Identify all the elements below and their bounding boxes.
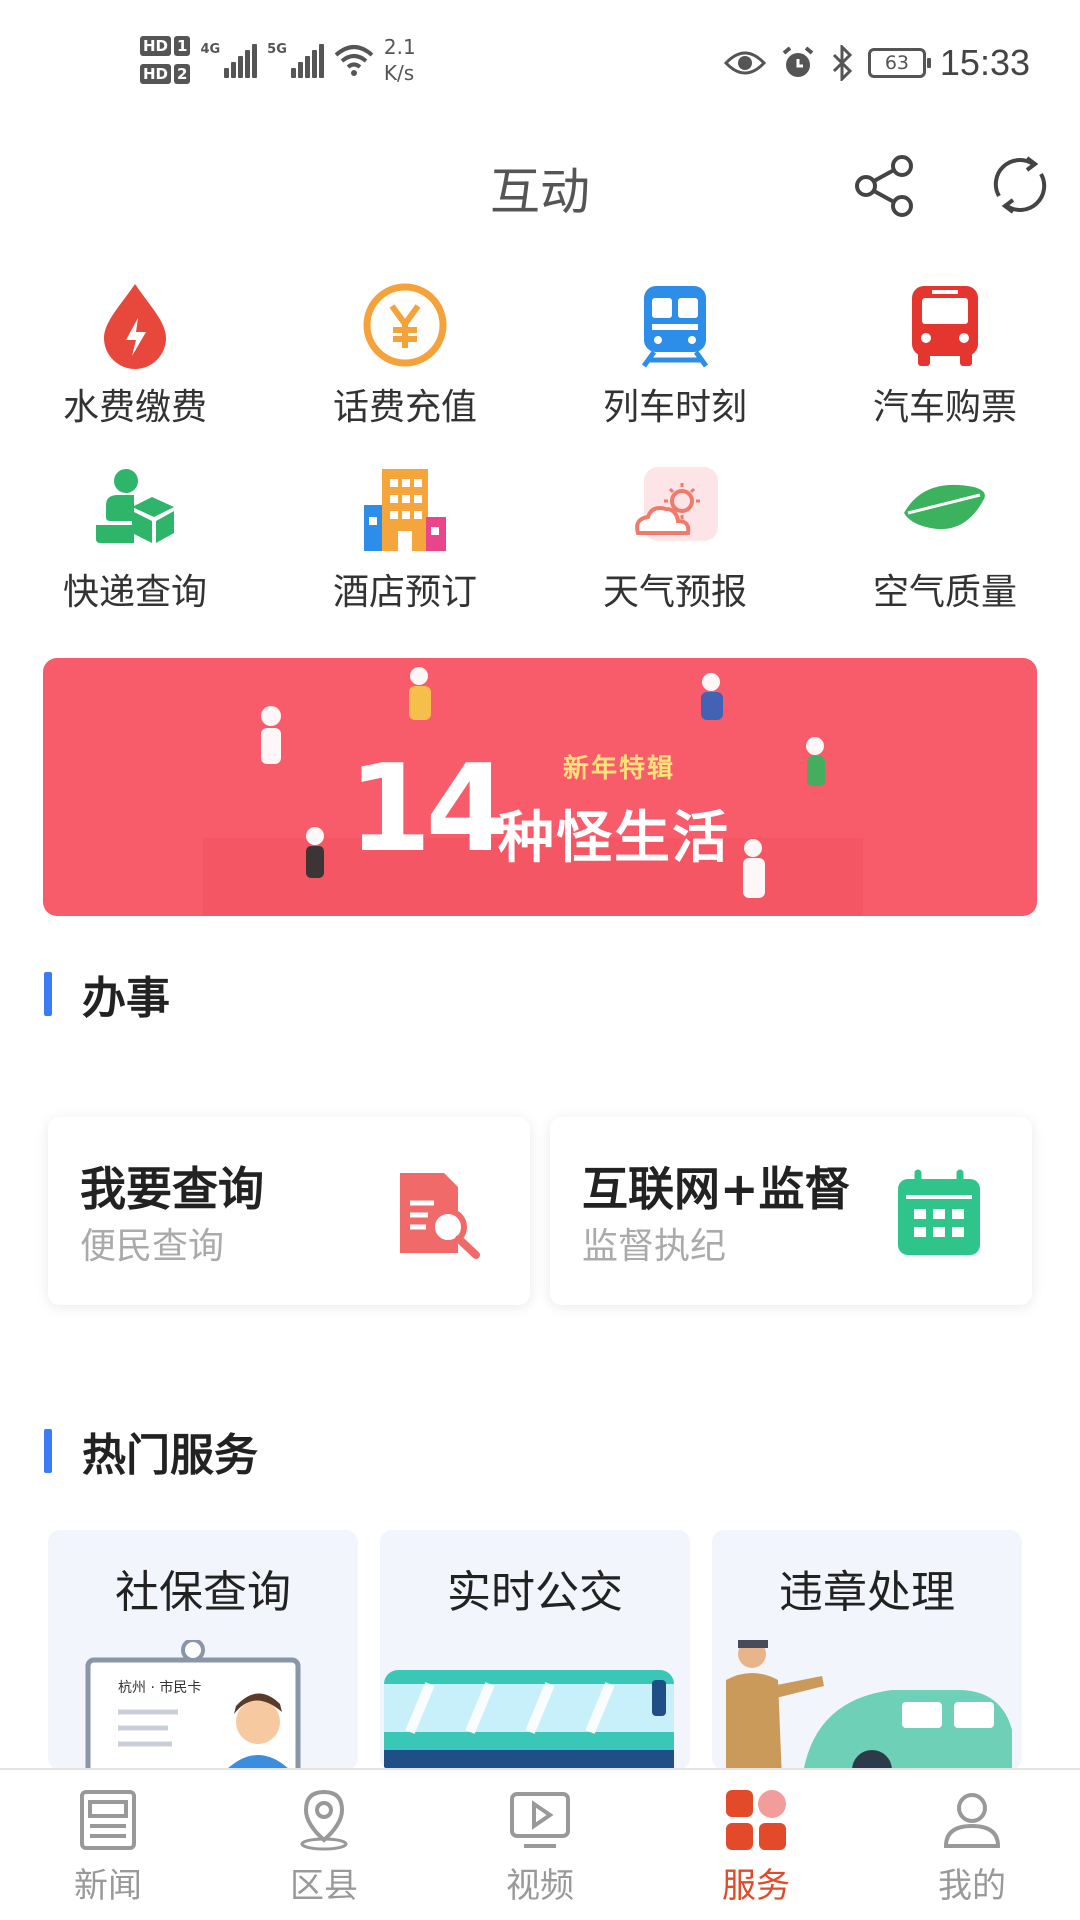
tab-label: 视频 bbox=[506, 1866, 574, 1906]
alarm-icon bbox=[782, 46, 814, 77]
refresh-button[interactable] bbox=[985, 150, 1055, 220]
utility-label: 话费充值 bbox=[332, 387, 477, 428]
train-icon bbox=[641, 286, 709, 368]
utility-label: 列车时刻 bbox=[602, 387, 747, 428]
network-speed-unit: K/s bbox=[383, 61, 415, 85]
hot-card-caption: 杭州 · 市民卡 bbox=[118, 1679, 201, 1696]
section-accent-bar bbox=[44, 1429, 52, 1473]
banner-tag: 新年特辑 bbox=[563, 754, 676, 784]
card-my-query[interactable]: 我要查询 便民查询 bbox=[48, 1117, 530, 1305]
utility-water-fee[interactable]: 水费缴费 bbox=[0, 270, 270, 440]
network-5g-label: 5G bbox=[267, 42, 287, 57]
hd-badge-1: HD bbox=[140, 36, 172, 56]
signal-5g-icon: 5G bbox=[267, 42, 324, 78]
sim-2-badge: 2 bbox=[174, 64, 191, 84]
status-left: HD 1 HD 2 4G 5G 2.1 K/s bbox=[140, 34, 416, 86]
header: 互动 bbox=[0, 130, 1080, 240]
section-hot-header: 热门服务 bbox=[44, 1426, 258, 1481]
traffic-police-illustration bbox=[726, 1640, 1012, 1770]
hot-realtime-bus[interactable]: 实时公交 bbox=[380, 1530, 690, 1770]
utility-weather-forecast[interactable]: 天气预报 bbox=[540, 455, 810, 625]
status-bar: HD 1 HD 2 4G 5G 2.1 K/s 63 15:33 bbox=[0, 0, 1080, 120]
sim-1-badge: 1 bbox=[174, 36, 191, 56]
clock: 15:33 bbox=[939, 42, 1030, 83]
document-search-icon bbox=[400, 1173, 480, 1259]
tab-news[interactable]: 新闻 bbox=[0, 1770, 216, 1920]
promo-banner[interactable]: 新年特辑 14 种怪生活 bbox=[43, 658, 1037, 916]
banner-number: 14 bbox=[348, 740, 509, 879]
hot-card-title: 实时公交 bbox=[447, 1567, 623, 1618]
banner-illustration bbox=[203, 667, 863, 916]
bus-illustration bbox=[384, 1670, 674, 1770]
utility-train-schedule[interactable]: 列车时刻 bbox=[540, 270, 810, 440]
battery-indicator: 63 bbox=[867, 48, 931, 78]
utility-air-quality[interactable]: 空气质量 bbox=[810, 455, 1080, 625]
section-accent-bar bbox=[44, 972, 52, 1016]
utility-label: 水费缴费 bbox=[62, 387, 207, 428]
section-title: 办事 bbox=[82, 973, 170, 1024]
share-button[interactable] bbox=[850, 150, 920, 220]
section-title: 热门服务 bbox=[82, 1430, 258, 1481]
hot-card-title: 违章处理 bbox=[779, 1567, 955, 1618]
courier-icon bbox=[96, 469, 174, 543]
card-internet-supervision[interactable]: 互联网+监督 监督执纪 bbox=[550, 1117, 1032, 1305]
tab-label: 新闻 bbox=[74, 1866, 142, 1906]
banner-title: 种怪生活 bbox=[498, 806, 730, 871]
social-security-card-illustration: 杭州 · 市民卡 bbox=[85, 1640, 301, 1770]
weather-icon bbox=[635, 467, 718, 541]
utility-hotel-booking[interactable]: 酒店预订 bbox=[270, 455, 540, 625]
card-subtitle: 监督执纪 bbox=[582, 1226, 727, 1267]
yen-coin-icon bbox=[363, 283, 447, 367]
video-icon bbox=[510, 1792, 570, 1848]
network-speed: 2.1 K/s bbox=[384, 34, 416, 86]
utility-express-query[interactable]: 快递查询 bbox=[0, 455, 270, 625]
utility-label: 酒店预订 bbox=[332, 572, 477, 613]
water-drop-icon bbox=[104, 284, 166, 369]
tab-services[interactable]: 服务 bbox=[648, 1770, 864, 1920]
utility-label: 汽车购票 bbox=[872, 387, 1017, 428]
location-pin-icon bbox=[300, 1789, 348, 1851]
card-title: 我要查询 bbox=[80, 1162, 264, 1216]
utility-label: 快递查询 bbox=[62, 572, 207, 613]
hot-social-security[interactable]: 社保查询 杭州 · 市民卡 bbox=[48, 1530, 358, 1770]
tab-district[interactable]: 区县 bbox=[216, 1770, 432, 1920]
tab-video[interactable]: 视频 bbox=[432, 1770, 648, 1920]
calendar-icon bbox=[898, 1169, 980, 1255]
hotel-icon bbox=[364, 469, 446, 551]
network-4g-label: 4G bbox=[200, 42, 221, 57]
utility-label: 天气预报 bbox=[602, 572, 747, 613]
signal-4g-icon: 4G bbox=[200, 42, 258, 78]
card-subtitle: 便民查询 bbox=[80, 1226, 225, 1267]
hd-badge-2: HD bbox=[140, 64, 172, 84]
tab-label: 我的 bbox=[938, 1866, 1006, 1906]
sim-indicators: HD 1 HD 2 bbox=[140, 36, 191, 84]
status-right: 63 15:33 bbox=[723, 42, 1030, 84]
user-icon bbox=[943, 1793, 1001, 1848]
tab-label: 服务 bbox=[722, 1866, 790, 1906]
utility-phone-recharge[interactable]: 话费充值 bbox=[270, 270, 540, 440]
hot-violation-handling[interactable]: 违章处理 bbox=[712, 1530, 1022, 1770]
wifi-icon bbox=[334, 45, 374, 76]
news-icon bbox=[80, 1790, 136, 1850]
leaf-icon bbox=[904, 484, 985, 530]
eye-icon bbox=[723, 51, 766, 75]
bluetooth-icon bbox=[832, 45, 853, 81]
services-grid-icon bbox=[726, 1790, 786, 1850]
bus-icon bbox=[912, 286, 978, 366]
bottom-tab-bar: 新闻 区县 视频 服务 我的 bbox=[0, 1768, 1080, 1920]
card-title: 互联网+监督 bbox=[582, 1162, 851, 1216]
section-affairs-header: 办事 bbox=[44, 969, 170, 1024]
tab-label: 区县 bbox=[290, 1866, 358, 1906]
network-speed-value: 2.1 bbox=[383, 35, 416, 59]
utility-label: 空气质量 bbox=[872, 572, 1017, 613]
tab-mine[interactable]: 我的 bbox=[864, 1770, 1080, 1920]
utility-bus-ticket[interactable]: 汽车购票 bbox=[810, 270, 1080, 440]
hot-card-title: 社保查询 bbox=[115, 1567, 291, 1618]
